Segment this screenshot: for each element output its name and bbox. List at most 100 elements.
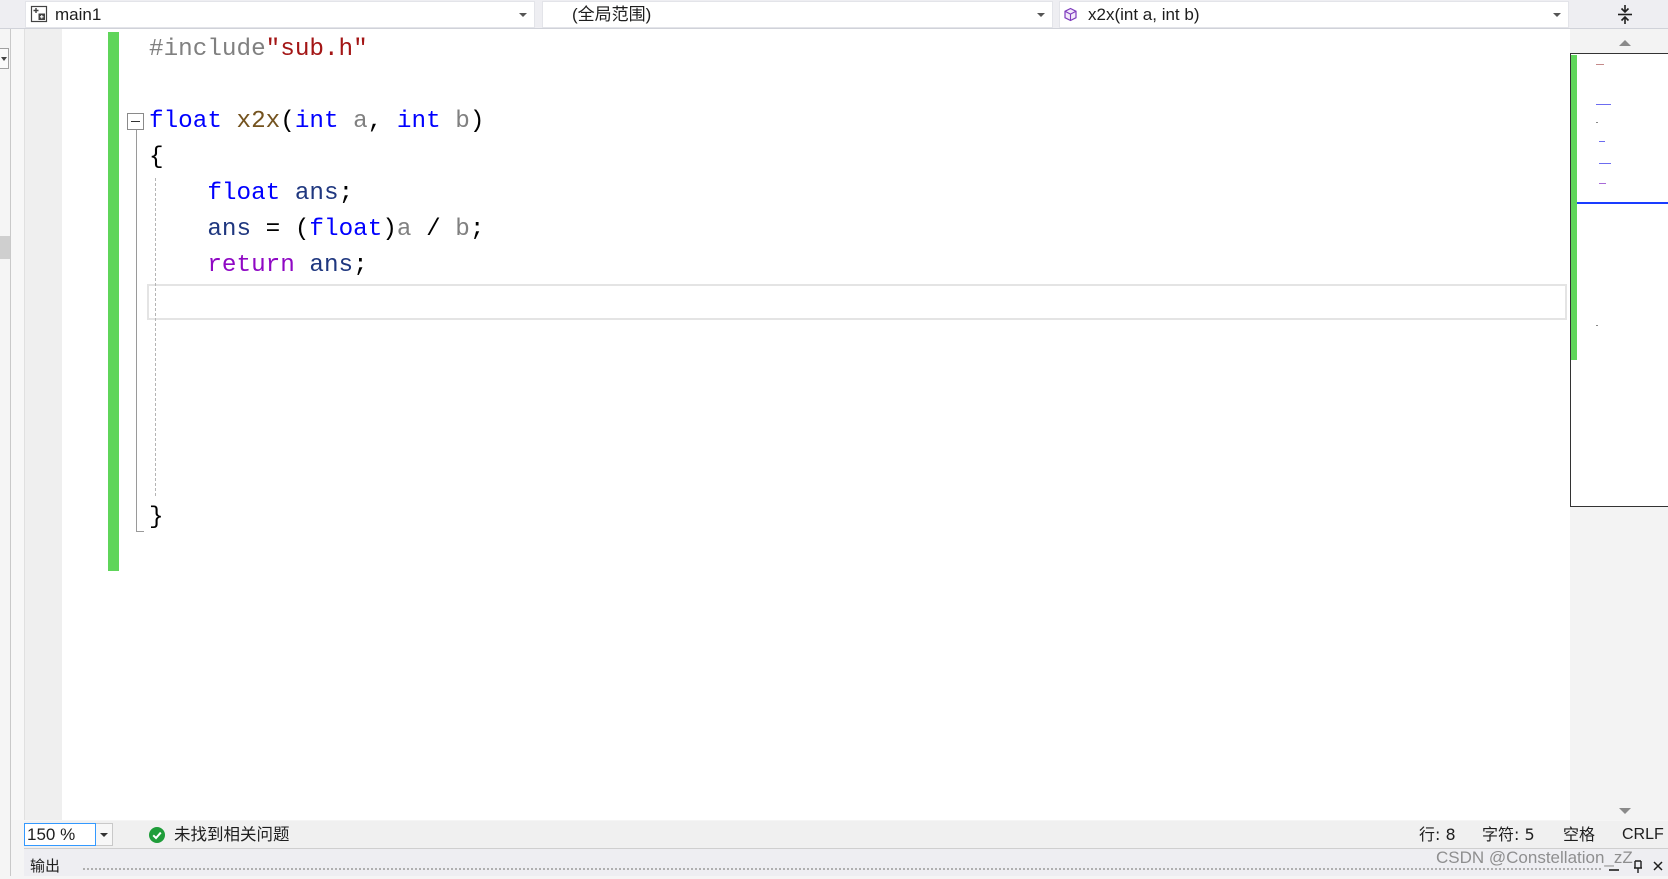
project-dropdown[interactable]: main1	[25, 1, 535, 28]
code-line[interactable]: #include"sub.h"	[149, 32, 1549, 68]
code-token: int	[382, 108, 441, 135]
split-window-icon	[1618, 5, 1632, 24]
code-token: b	[440, 108, 470, 135]
editor-left-margin	[11, 29, 24, 820]
zoom-dropdown-button[interactable]	[96, 823, 113, 846]
indentation-indicator[interactable]: 空格	[1563, 825, 1595, 845]
code-token: }	[149, 504, 164, 531]
code-token: float	[309, 216, 383, 243]
chevron-down-icon	[1, 57, 7, 61]
breakpoint-margin[interactable]	[24, 29, 62, 820]
minimap-code-mark	[1596, 122, 1598, 123]
chevron-down-icon	[1037, 13, 1045, 17]
output-panel: 输出	[24, 848, 1668, 876]
code-token: ;	[469, 216, 485, 243]
minimap-change-bar	[1571, 55, 1577, 360]
code-token: a	[396, 216, 412, 243]
editor-status-bar: 150 % 未找到相关问题 行: 8 字符: 5 空格 CRLF	[24, 821, 1668, 848]
split-window-button[interactable]	[1572, 1, 1668, 28]
code-token: a	[338, 108, 368, 135]
chevron-down-icon	[519, 13, 527, 17]
code-token: )	[469, 108, 485, 135]
minimap-code-mark	[1599, 163, 1611, 164]
navigation-bar: main1 (全局范围) x2x(int a, int b)	[0, 0, 1668, 29]
zoom-combobox[interactable]: 150 %	[24, 823, 96, 846]
code-line[interactable]	[149, 392, 1549, 428]
output-panel-title[interactable]: 输出	[30, 857, 60, 875]
code-token: ans	[280, 180, 339, 207]
code-token: )	[382, 216, 397, 243]
code-token: return	[149, 252, 295, 279]
check-circle-icon[interactable]	[149, 827, 165, 843]
issues-status-text[interactable]: 未找到相关问题	[174, 825, 290, 845]
code-token: b	[455, 216, 470, 243]
collapse-toggle[interactable]	[127, 113, 144, 130]
column-indicator[interactable]: 字符: 5	[1482, 825, 1535, 845]
close-icon[interactable]	[1652, 858, 1664, 874]
tool-window-tab[interactable]	[0, 48, 9, 69]
minimap-code-mark	[1596, 325, 1598, 326]
collapsed-tool-window-strip	[0, 29, 11, 876]
scope-dropdown[interactable]: (全局范围)	[542, 1, 1053, 28]
code-line[interactable]	[149, 320, 1549, 356]
code-token: ;	[353, 252, 368, 279]
member-dropdown[interactable]: x2x(int a, int b)	[1059, 1, 1569, 28]
code-line[interactable]: ans = (float)a / b;	[149, 212, 1549, 248]
code-token: #include	[149, 36, 266, 63]
minimap[interactable]	[1570, 53, 1668, 507]
change-tracking-bar	[108, 32, 119, 571]
code-token: ;	[338, 180, 354, 207]
minimap-code-mark	[1596, 64, 1604, 65]
code-line[interactable]	[149, 464, 1549, 500]
code-line[interactable]: float ans;	[149, 176, 1549, 212]
scope-dropdown-label: (全局范围)	[572, 5, 652, 24]
project-dropdown-label: main1	[55, 5, 102, 24]
zoom-value: 150 %	[27, 825, 76, 844]
chevron-down-icon	[100, 833, 108, 837]
line-ending-indicator[interactable]: CRLF	[1622, 825, 1664, 845]
scroll-down-button[interactable]	[1613, 804, 1637, 818]
code-lines[interactable]: #include"sub.h" float x2x(int a, int b){ …	[149, 32, 1549, 536]
code-line[interactable]	[149, 428, 1549, 464]
scroll-down-arrow-icon	[1619, 808, 1631, 814]
panel-title-grip[interactable]	[82, 867, 1602, 871]
code-line[interactable]	[149, 356, 1549, 392]
vertical-scrollbar[interactable]	[1570, 29, 1668, 820]
code-line[interactable]: float x2x(int a, int b)	[149, 104, 1549, 140]
tool-window-tab-block[interactable]	[0, 236, 10, 259]
scroll-up-button[interactable]	[1613, 36, 1637, 50]
code-line[interactable]: {	[149, 140, 1549, 176]
minimap-code-mark	[1599, 141, 1605, 142]
method-icon	[1063, 7, 1078, 27]
code-line[interactable]: return ans;	[149, 248, 1549, 284]
minimap-code-mark	[1596, 104, 1611, 105]
watermark-text: CSDN @Constellation_zZ	[1436, 848, 1633, 867]
code-line[interactable]	[149, 284, 1549, 320]
code-token: "sub.h"	[265, 36, 368, 63]
code-token: float	[149, 180, 281, 207]
chevron-down-icon	[1553, 13, 1561, 17]
code-token: ,	[367, 108, 383, 135]
pin-icon[interactable]	[1632, 858, 1644, 874]
outline-region-end	[136, 531, 144, 532]
member-dropdown-label: x2x(int a, int b)	[1088, 5, 1200, 24]
scroll-up-arrow-icon	[1619, 40, 1631, 46]
code-token: int	[294, 108, 339, 135]
code-line[interactable]: }	[149, 500, 1549, 536]
project-icon	[30, 5, 49, 29]
code-token: float	[149, 108, 222, 135]
minus-icon	[131, 121, 140, 122]
minimap-code-mark	[1599, 183, 1606, 184]
code-editor[interactable]: #include"sub.h" float x2x(int a, int b){ …	[62, 29, 1570, 820]
code-token: ans	[149, 216, 252, 243]
line-number-indicator[interactable]: 行: 8	[1419, 825, 1456, 845]
code-token: ans	[294, 252, 354, 279]
code-line[interactable]	[149, 68, 1549, 104]
code-token: x2x	[221, 108, 281, 135]
code-token: = (	[251, 216, 310, 243]
code-token: (	[280, 108, 295, 135]
code-token: /	[411, 216, 456, 243]
code-token: {	[149, 144, 164, 171]
outline-region-line	[136, 130, 137, 532]
minimap-viewport-line	[1577, 202, 1668, 204]
